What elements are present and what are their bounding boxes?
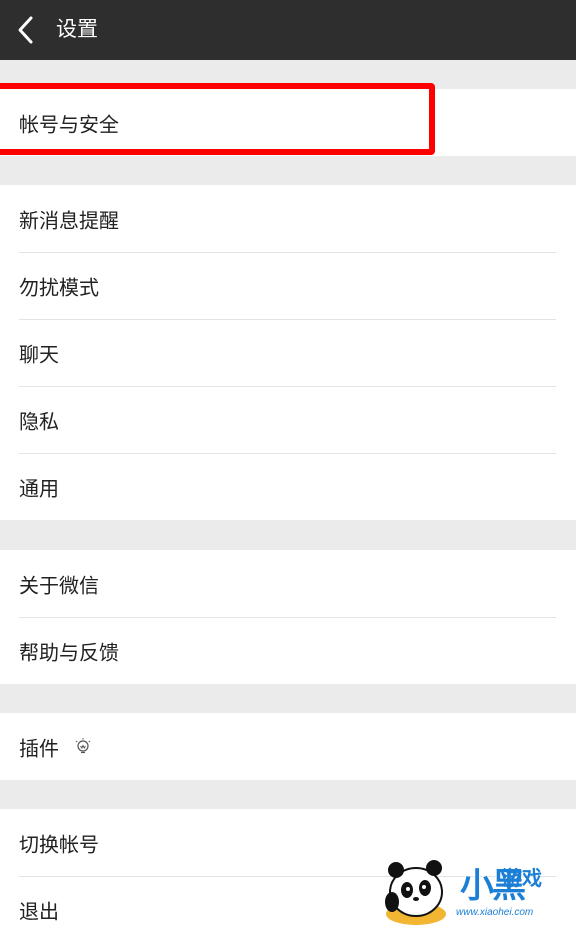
chevron-left-icon (18, 16, 33, 44)
settings-item-label: 切换帐号 (19, 832, 99, 856)
settings-group-general: 新消息提醒 勿扰模式 聊天 隐私 通用 (0, 185, 576, 520)
settings-item-do-not-disturb[interactable]: 勿扰模式 (0, 252, 576, 319)
settings-item-new-message-notifications[interactable]: 新消息提醒 (0, 185, 576, 252)
settings-item-label: 帮助与反馈 (19, 640, 119, 664)
watermark: 小黑 游戏 www.xiaohei.com (378, 852, 576, 926)
settings-item-label: 新消息提醒 (19, 208, 119, 232)
settings-item-help-feedback[interactable]: 帮助与反馈 (0, 617, 576, 684)
settings-group-account: 帐号与安全 (0, 89, 576, 156)
settings-item-label: 关于微信 (19, 573, 99, 597)
header-bar: 设置 (0, 0, 576, 60)
settings-item-label: 帐号与安全 (19, 112, 119, 136)
settings-item-label: 通用 (19, 476, 59, 500)
watermark-subtitle: 游戏 (502, 866, 542, 890)
settings-group-plugins: 插件 (0, 713, 576, 780)
settings-item-label: 聊天 (19, 342, 59, 366)
settings-item-chats[interactable]: 聊天 (0, 319, 576, 386)
watermark-url: www.xiaohei.com (456, 907, 534, 918)
back-button[interactable] (12, 10, 46, 50)
settings-item-label: 退出 (19, 899, 59, 923)
settings-item-label: 隐私 (19, 409, 59, 433)
panda-mascot-icon (385, 860, 446, 925)
settings-item-label: 勿扰模式 (19, 275, 99, 299)
settings-group-about: 关于微信 帮助与反馈 (0, 550, 576, 684)
settings-item-account-security[interactable]: 帐号与安全 (0, 89, 576, 156)
settings-item-privacy[interactable]: 隐私 (0, 386, 576, 453)
settings-item-general[interactable]: 通用 (0, 453, 576, 520)
lightbulb-icon (75, 737, 91, 753)
page-title: 设置 (56, 17, 98, 41)
settings-item-about-wechat[interactable]: 关于微信 (0, 550, 576, 617)
settings-item-plugins[interactable]: 插件 (0, 713, 576, 780)
settings-item-label: 插件 (19, 736, 59, 760)
